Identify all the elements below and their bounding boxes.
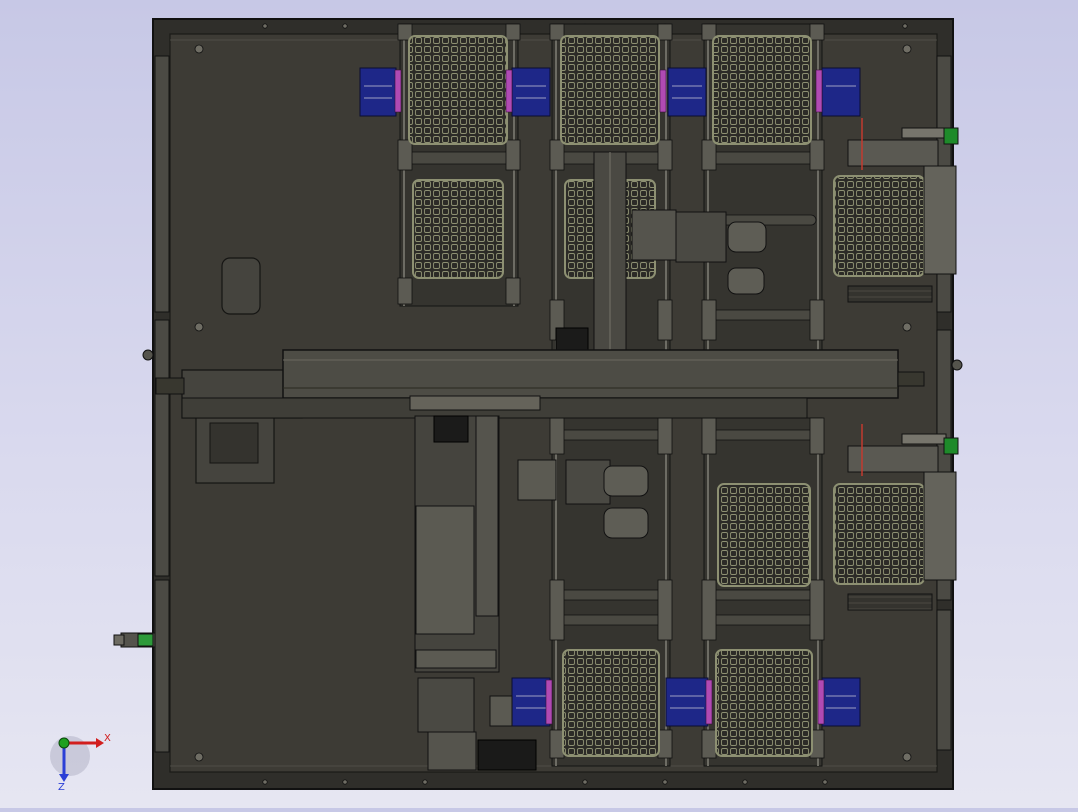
coordinate-triad: X Z xyxy=(50,733,111,793)
air-fitting-left xyxy=(113,632,156,648)
triad-x-label: X xyxy=(104,733,111,744)
triad-z-label: Z xyxy=(58,782,65,793)
tray-row-top[interactable] xyxy=(408,35,812,145)
cad-graphics-area[interactable]: X Z xyxy=(0,0,1078,808)
triad-y-axis xyxy=(58,737,70,749)
